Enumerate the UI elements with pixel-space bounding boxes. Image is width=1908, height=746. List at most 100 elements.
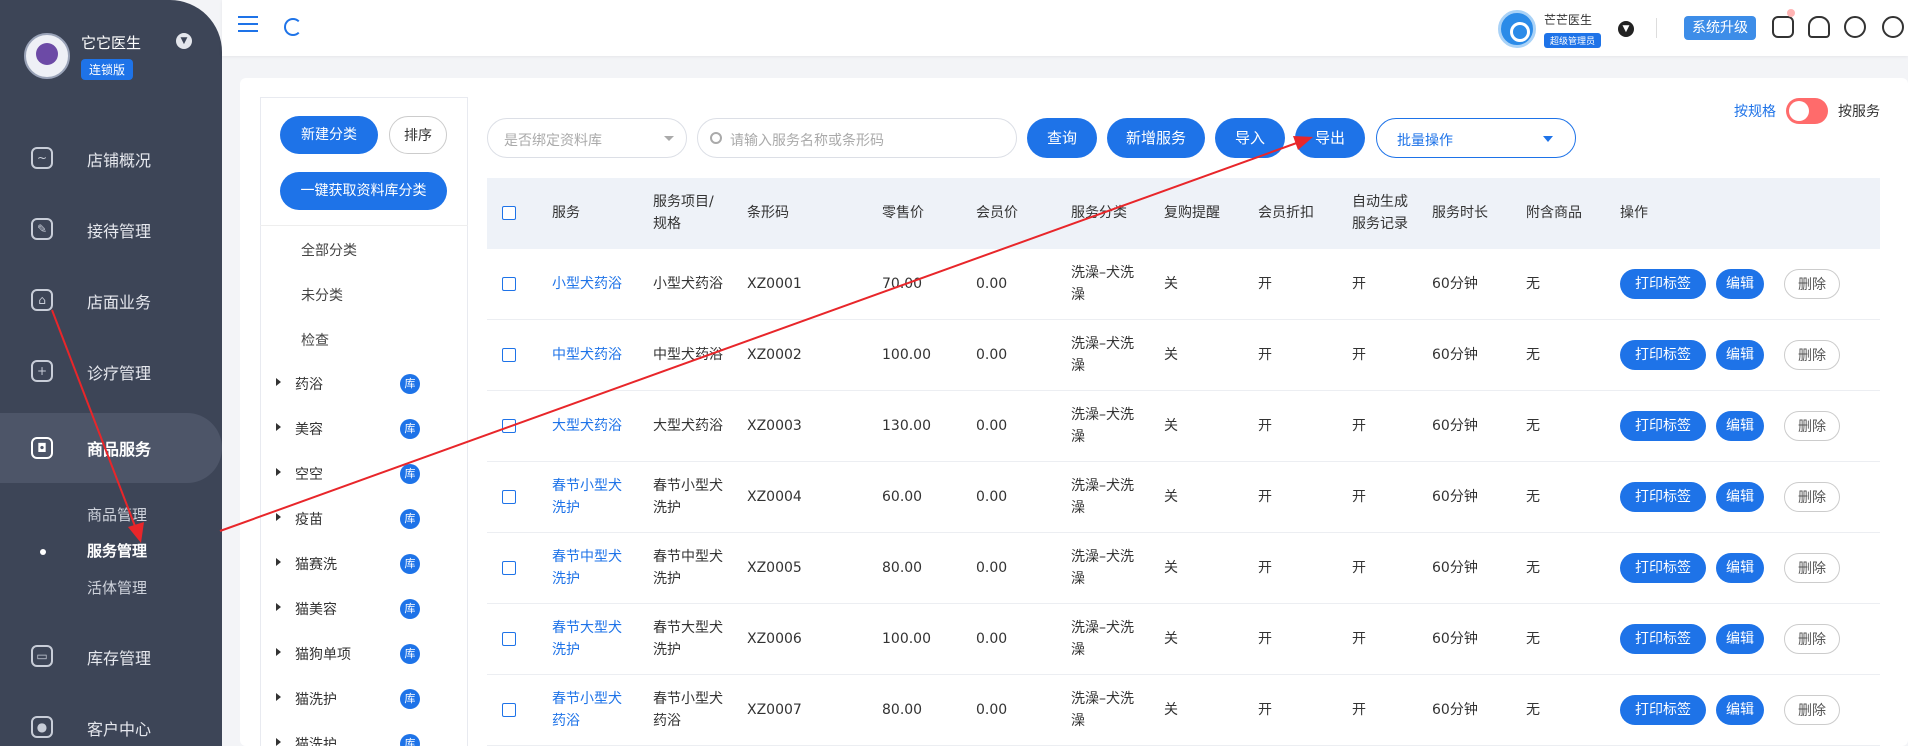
nav-item-customers[interactable]: ● 客户中心 — [0, 698, 222, 746]
delete-button[interactable]: 删除 — [1784, 482, 1840, 512]
avatar[interactable] — [24, 33, 70, 79]
by-spec-label[interactable]: 按规格 — [1734, 101, 1776, 121]
edit-button[interactable]: 编辑 — [1716, 624, 1764, 654]
row-checkbox[interactable] — [502, 703, 516, 717]
service-name-link[interactable]: 药浴 — [552, 710, 580, 732]
row-checkbox[interactable] — [502, 348, 516, 362]
category-check[interactable]: 检查 — [301, 330, 329, 350]
bell-icon[interactable] — [1808, 16, 1830, 38]
category-tree-item[interactable]: 猫洗护 库 — [276, 734, 436, 746]
caret-right-icon[interactable] — [276, 423, 281, 431]
chevron-down-icon[interactable]: ▼ — [1618, 21, 1634, 37]
nav-item-reception[interactable]: ✎ 接待管理 — [0, 200, 222, 260]
print-label-button[interactable]: 打印标签 — [1620, 340, 1706, 370]
service-name-link[interactable]: 洗护 — [552, 497, 580, 519]
delete-button[interactable]: 删除 — [1784, 695, 1840, 725]
print-label-button[interactable]: 打印标签 — [1620, 553, 1706, 583]
delete-button[interactable]: 删除 — [1784, 553, 1840, 583]
service-name-link[interactable]: 春节中型犬 — [552, 546, 622, 568]
sub-item-goods[interactable]: 商品管理 — [87, 504, 147, 525]
delete-button[interactable]: 删除 — [1784, 340, 1840, 370]
divider — [1656, 18, 1657, 38]
add-service-button[interactable]: 新增服务 — [1107, 118, 1205, 158]
delete-button[interactable]: 删除 — [1784, 411, 1840, 441]
caret-right-icon[interactable] — [276, 738, 281, 746]
fetch-library-categories-button[interactable]: 一键获取资料库分类 — [280, 172, 447, 210]
refresh-icon[interactable] — [284, 18, 302, 36]
chevron-down-icon[interactable]: ▼ — [176, 33, 192, 49]
category-tree-item[interactable]: 空空 库 — [276, 464, 436, 484]
import-button[interactable]: 导入 — [1215, 118, 1285, 158]
service-name-link[interactable]: 春节大型犬 — [552, 617, 622, 639]
service-name-link[interactable]: 大型犬药浴 — [552, 415, 622, 437]
nav-item-inventory[interactable]: ▭ 库存管理 — [0, 627, 222, 687]
caret-right-icon[interactable] — [276, 648, 281, 656]
delete-button[interactable]: 删除 — [1784, 269, 1840, 299]
row-checkbox[interactable] — [502, 490, 516, 504]
row-checkbox[interactable] — [502, 561, 516, 575]
service-name-link[interactable]: 春节小型犬 — [552, 475, 622, 497]
category-tree-item[interactable]: 猫洗护 库 — [276, 689, 436, 709]
service-name-link[interactable]: 洗护 — [552, 639, 580, 661]
edit-button[interactable]: 编辑 — [1716, 269, 1764, 299]
query-button[interactable]: 查询 — [1027, 118, 1097, 158]
calendar-icon[interactable] — [1772, 16, 1794, 38]
category-cell: 澡 — [1071, 429, 1085, 445]
select-all-checkbox[interactable] — [502, 206, 516, 220]
help-icon[interactable] — [1882, 16, 1904, 38]
category-tree-item[interactable]: 药浴 库 — [276, 374, 436, 394]
category-uncategorized[interactable]: 未分类 — [301, 285, 343, 305]
row-checkbox[interactable] — [502, 419, 516, 433]
nav-item-store-overview[interactable]: ~ 店铺概况 — [0, 129, 222, 189]
service-name-link[interactable]: 小型犬药浴 — [552, 273, 622, 295]
caret-down-icon — [664, 136, 674, 141]
category-tree-item[interactable]: 美容 库 — [276, 419, 436, 439]
nav-item-clinic[interactable]: + 诊疗管理 — [0, 342, 222, 402]
print-label-button[interactable]: 打印标签 — [1620, 269, 1706, 299]
service-name-link[interactable]: 春节小型犬 — [552, 688, 622, 710]
delete-button[interactable]: 删除 — [1784, 624, 1840, 654]
caret-right-icon[interactable] — [276, 558, 281, 566]
headset-icon[interactable] — [1844, 16, 1866, 38]
batch-operations-select[interactable]: 批量操作 — [1376, 118, 1576, 158]
print-label-button[interactable]: 打印标签 — [1620, 695, 1706, 725]
caret-right-icon[interactable] — [276, 693, 281, 701]
category-tree-item[interactable]: 疫苗 库 — [276, 509, 436, 529]
nav-item-goods-services[interactable]: ◘ 商品服务 — [0, 413, 222, 483]
member-price-cell: 0.00 — [976, 489, 1008, 505]
edit-button[interactable]: 编辑 — [1716, 695, 1764, 725]
caret-right-icon[interactable] — [276, 603, 281, 611]
caret-right-icon[interactable] — [276, 468, 281, 476]
sub-item-services[interactable]: 服务管理 — [87, 540, 147, 561]
print-label-button[interactable]: 打印标签 — [1620, 411, 1706, 441]
export-button[interactable]: 导出 — [1295, 118, 1365, 158]
caret-right-icon[interactable] — [276, 513, 281, 521]
category-tree-item[interactable]: 猫狗单项 库 — [276, 644, 436, 664]
menu-icon[interactable] — [238, 16, 258, 32]
library-bind-select[interactable]: 是否绑定资料库 — [487, 118, 687, 158]
active-dot — [40, 549, 46, 555]
edit-button[interactable]: 编辑 — [1716, 340, 1764, 370]
sub-item-live-animals[interactable]: 活体管理 — [87, 577, 147, 598]
nav-item-store-business[interactable]: ⌂ 店面业务 — [0, 271, 222, 331]
user-avatar[interactable] — [1498, 10, 1536, 48]
category-all[interactable]: 全部分类 — [301, 240, 357, 260]
new-category-button[interactable]: 新建分类 — [280, 116, 378, 154]
category-tree-item[interactable]: 猫美容 库 — [276, 599, 436, 619]
row-checkbox[interactable] — [502, 277, 516, 291]
service-name-link[interactable]: 洗护 — [552, 568, 580, 590]
by-service-label[interactable]: 按服务 — [1838, 101, 1880, 121]
edit-button[interactable]: 编辑 — [1716, 411, 1764, 441]
category-tree-item[interactable]: 猫赛洗 库 — [276, 554, 436, 574]
row-checkbox[interactable] — [502, 632, 516, 646]
service-name-link[interactable]: 中型犬药浴 — [552, 344, 622, 366]
edit-button[interactable]: 编辑 — [1716, 482, 1764, 512]
caret-right-icon[interactable] — [276, 378, 281, 386]
print-label-button[interactable]: 打印标签 — [1620, 482, 1706, 512]
edit-button[interactable]: 编辑 — [1716, 553, 1764, 583]
system-upgrade-button[interactable]: 系统升级 — [1684, 16, 1756, 40]
view-mode-toggle[interactable] — [1786, 98, 1828, 124]
sort-button[interactable]: 排序 — [389, 116, 447, 154]
search-input[interactable]: 请输入服务名称或条形码 — [697, 118, 1017, 158]
print-label-button[interactable]: 打印标签 — [1620, 624, 1706, 654]
